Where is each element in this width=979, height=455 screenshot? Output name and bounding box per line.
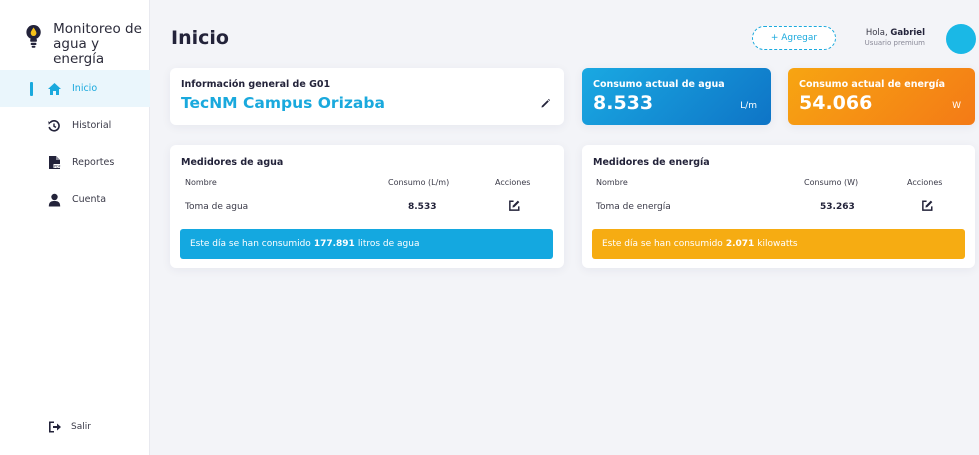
water-meters-title: Medidores de agua [181,157,284,168]
column-header-name: Nombre [596,178,628,187]
campus-name: TecNM Campus Orizaba [181,94,385,112]
avatar[interactable] [946,24,976,54]
meter-name: Toma de energía [596,202,671,212]
brand-line-1: Monitoreo de [53,21,142,37]
sidebar-item-historial[interactable]: Historial [0,107,150,144]
user-icon [46,192,62,208]
meter-consumption: 53.263 [820,202,855,212]
history-icon [46,118,62,134]
brand: Monitoreo de agua y energía [24,22,150,67]
add-button[interactable]: + Agregar [752,26,836,50]
lightbulb-water-drop-icon [26,25,41,48]
sidebar-item-reportes[interactable]: PDF Reportes [0,144,150,181]
water-stat-value: 8.533 [593,92,654,114]
info-label: Información general de G01 [181,79,331,90]
column-header-name: Nombre [185,178,217,187]
banner-suffix: litros de agua [357,239,420,249]
energy-consumption-card: Consumo actual de energía 54.066 W [788,68,975,125]
energy-stat-unit: W [952,101,961,111]
water-daily-banner: Este día se han consumido 177.891 litros… [180,229,553,259]
energy-stat-label: Consumo actual de energía [799,79,946,90]
logout-button[interactable]: Salir [48,420,91,434]
general-info-card: Información general de G01 TecNM Campus … [170,68,564,125]
user-greeting: Hola, Gabriel [865,28,925,38]
user-info: Hola, Gabriel Usuario premium [865,28,925,47]
banner-prefix: Este día se han consumido [602,239,723,249]
banner-value: 177.891 [313,239,355,249]
sidebar-item-inicio[interactable]: Inicio [0,70,150,107]
edit-icon[interactable] [921,199,934,212]
brand-title: Monitoreo de agua y energía [53,22,150,67]
meter-name: Toma de agua [185,202,249,212]
banner-suffix: kilowatts [757,239,798,249]
energy-daily-banner: Este día se han consumido 2.071 kilowatt… [592,229,965,259]
page-title: Inicio [171,27,229,49]
water-meters-card: Medidores de agua Nombre Consumo (L/m) A… [170,145,564,268]
logout-label: Salir [71,422,91,432]
water-stat-unit: L/m [740,101,757,111]
logout-icon [49,421,61,433]
svg-text:PDF: PDF [54,164,61,168]
water-consumption-card: Consumo actual de agua 8.533 L/m [582,68,771,125]
home-icon [46,81,62,97]
meter-consumption: 8.533 [408,202,437,212]
user-name: Gabriel [890,28,925,38]
banner-prefix: Este día se han consumido [190,239,311,249]
column-header-consumption: Consumo (L/m) [388,178,450,187]
energy-meters-title: Medidores de energía [593,157,710,168]
edit-icon[interactable] [508,199,521,212]
sidebar-item-label: Historial [72,120,112,131]
column-header-consumption: Consumo (W) [804,178,859,187]
column-header-actions: Acciones [495,178,531,187]
sidebar-item-label: Reportes [72,157,115,168]
energy-meters-card: Medidores de energía Nombre Consumo (W) … [582,145,975,268]
sidebar-item-label: Inicio [72,83,98,94]
sidebar: Monitoreo de agua y energía Inicio Histo… [0,0,150,455]
column-header-actions: Acciones [907,178,943,187]
banner-value: 2.071 [725,239,755,249]
active-marker [30,82,33,96]
water-stat-label: Consumo actual de agua [593,79,725,90]
sidebar-item-label: Cuenta [72,194,107,205]
energy-stat-value: 54.066 [799,92,873,114]
sidebar-item-cuenta[interactable]: Cuenta [0,181,150,218]
pdf-report-icon: PDF [46,155,62,171]
brand-line-2: agua y energía [53,36,105,67]
user-role: Usuario premium [864,39,925,47]
pencil-icon[interactable] [540,98,551,109]
greeting-prefix: Hola, [865,28,891,38]
